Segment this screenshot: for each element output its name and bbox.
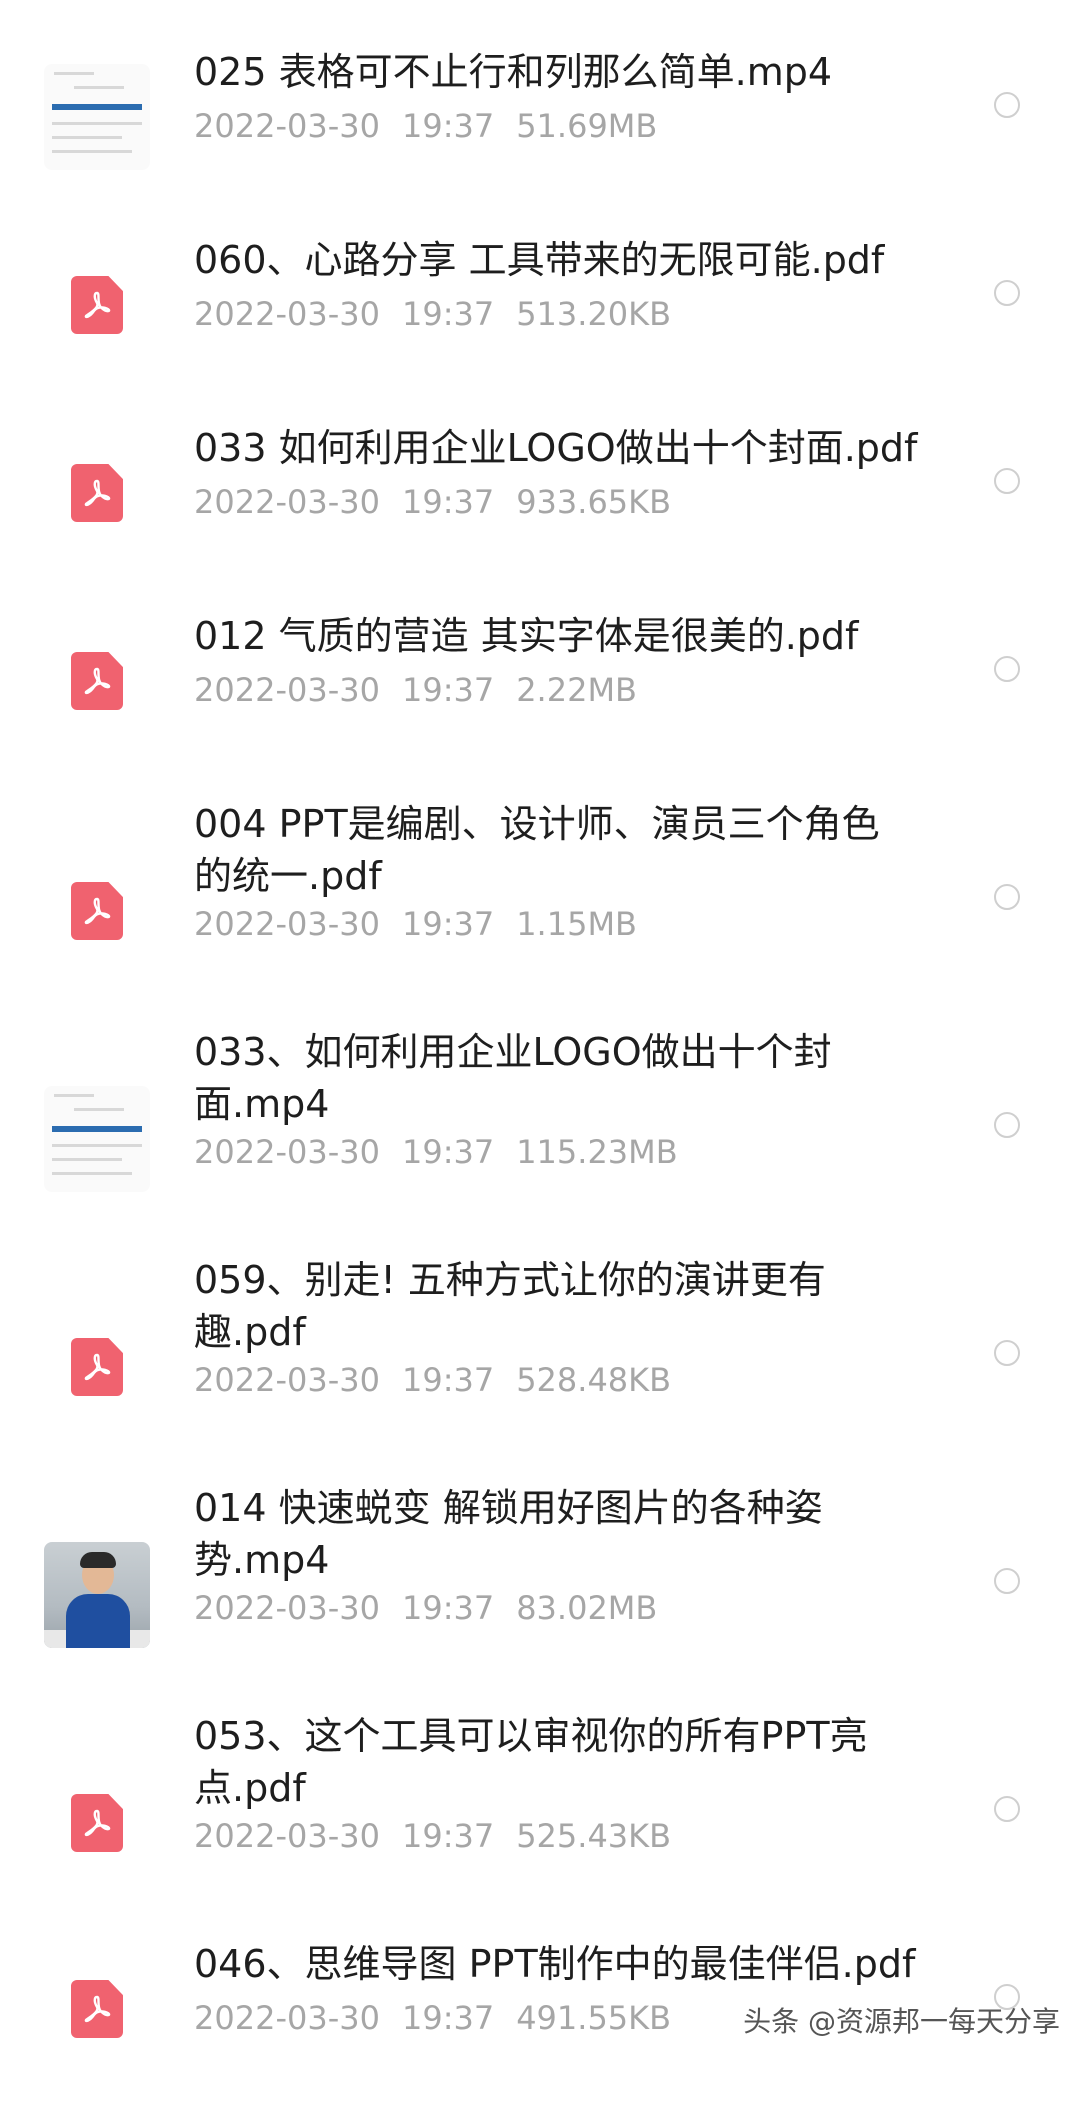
file-time: 19:37 <box>401 1817 495 1855</box>
file-meta: 2022-03-30 19:37 115.23MB <box>194 1132 678 1172</box>
select-radio[interactable] <box>994 1568 1020 1594</box>
file-date: 2022-03-30 <box>194 295 380 333</box>
video-thumbnail <box>44 1086 150 1192</box>
file-name: 059、别走! 五种方式让你的演讲更有 趣.pdf <box>194 1258 826 1354</box>
file-row[interactable]: 033 如何利用企业LOGO做出十个封面.pdf 2022-03-30 19:37 9… <box>0 398 1080 586</box>
file-size: 933.65KB <box>516 483 672 521</box>
file-size: 2.22MB <box>516 671 637 709</box>
file-name: 033 如何利用企业LOGO做出十个封面.pdf <box>194 426 918 470</box>
video-thumbnail <box>44 64 150 170</box>
file-size: 51.69MB <box>516 107 658 145</box>
file-size: 528.48KB <box>516 1361 672 1399</box>
file-time: 19:37 <box>401 905 495 943</box>
file-date: 2022-03-30 <box>194 671 380 709</box>
file-meta: 2022-03-30 19:37 51.69MB <box>194 106 657 146</box>
file-size: 491.55KB <box>516 1999 672 2037</box>
file-date: 2022-03-30 <box>194 1817 380 1855</box>
pdf-file-icon <box>44 1770 150 1876</box>
file-size: 513.20KB <box>516 295 672 333</box>
pdf-file-icon <box>44 252 150 358</box>
file-row[interactable]: 012 气质的营造 其实字体是很美的.pdf 2022-03-30 19:37 2.2… <box>0 586 1080 774</box>
select-radio[interactable] <box>994 1796 1020 1822</box>
file-meta: 2022-03-30 19:37 513.20KB <box>194 294 671 334</box>
file-size: 1.15MB <box>516 905 637 943</box>
file-meta: 2022-03-30 19:37 491.55KB <box>194 1998 671 2038</box>
file-meta: 2022-03-30 19:37 525.43KB <box>194 1816 671 1856</box>
file-name: 033、如何利用企业LOGO做出十个封 面.mp4 <box>194 1030 832 1126</box>
file-name: 060、心路分享 工具带来的无限可能.pdf <box>194 238 885 282</box>
file-time: 19:37 <box>401 1589 495 1627</box>
select-radio[interactable] <box>994 884 1020 910</box>
select-radio[interactable] <box>994 92 1020 118</box>
file-meta: 2022-03-30 19:37 83.02MB <box>194 1588 657 1628</box>
file-date: 2022-03-30 <box>194 107 380 145</box>
video-thumbnail <box>44 1542 150 1648</box>
file-meta: 2022-03-30 19:37 933.65KB <box>194 482 671 522</box>
pdf-file-icon <box>44 1314 150 1420</box>
file-name: 046、思维导图 PPT制作中的最佳伴侣.pdf <box>194 1942 916 1986</box>
select-radio[interactable] <box>994 1112 1020 1138</box>
file-time: 19:37 <box>401 295 495 333</box>
file-name: 012 气质的营造 其实字体是很美的.pdf <box>194 614 859 658</box>
file-date: 2022-03-30 <box>194 905 380 943</box>
file-size: 115.23MB <box>516 1133 678 1171</box>
file-row[interactable]: 059、别走! 五种方式让你的演讲更有 趣.pdf 2022-03-30 19:37… <box>0 1230 1080 1458</box>
file-meta: 2022-03-30 19:37 1.15MB <box>194 904 637 944</box>
file-date: 2022-03-30 <box>194 1999 380 2037</box>
file-meta: 2022-03-30 19:37 2.22MB <box>194 670 637 710</box>
file-row[interactable]: 025 表格可不止行和列那么简单.mp4 2022-03-30 19:37 51.69… <box>0 22 1080 210</box>
select-radio[interactable] <box>994 280 1020 306</box>
file-size: 525.43KB <box>516 1817 672 1855</box>
watermark: 头条 @资源邦一每天分享 <box>743 2005 1060 2038</box>
select-radio[interactable] <box>994 656 1020 682</box>
pdf-file-icon <box>44 1956 150 2062</box>
file-time: 19:37 <box>401 1133 495 1171</box>
file-row[interactable]: 060、心路分享 工具带来的无限可能.pdf 2022-03-30 19:37 513… <box>0 210 1080 398</box>
file-time: 19:37 <box>401 483 495 521</box>
file-date: 2022-03-30 <box>194 1589 380 1627</box>
file-date: 2022-03-30 <box>194 1361 380 1399</box>
file-row[interactable]: 004 PPT是编剧、设计师、演员三个角色 的统一.pdf 2022-03-30 1… <box>0 774 1080 1002</box>
file-time: 19:37 <box>401 1999 495 2037</box>
file-time: 19:37 <box>401 671 495 709</box>
file-name: 004 PPT是编剧、设计师、演员三个角色 的统一.pdf <box>194 802 880 898</box>
file-size: 83.02MB <box>516 1589 658 1627</box>
file-meta: 2022-03-30 19:37 528.48KB <box>194 1360 671 1400</box>
pdf-file-icon <box>44 628 150 734</box>
pdf-file-icon <box>44 440 150 546</box>
file-row[interactable]: 033、如何利用企业LOGO做出十个封 面.mp4 2022-03-30 19:37… <box>0 1002 1080 1230</box>
file-name: 053、这个工具可以审视你的所有PPT亮 点.pdf <box>194 1714 868 1810</box>
pdf-file-icon <box>44 858 150 964</box>
select-radio[interactable] <box>994 468 1020 494</box>
file-time: 19:37 <box>401 107 495 145</box>
file-date: 2022-03-30 <box>194 1133 380 1171</box>
file-date: 2022-03-30 <box>194 483 380 521</box>
file-row[interactable]: 053、这个工具可以审视你的所有PPT亮 点.pdf 2022-03-30 19:3… <box>0 1686 1080 1914</box>
file-time: 19:37 <box>401 1361 495 1399</box>
file-name: 025 表格可不止行和列那么简单.mp4 <box>194 50 833 94</box>
select-radio[interactable] <box>994 1340 1020 1366</box>
file-name: 014 快速蜕变 解锁用好图片的各种姿 势.mp4 <box>194 1486 823 1582</box>
file-row[interactable]: 014 快速蜕变 解锁用好图片的各种姿 势.mp4 2022-03-30 19:37… <box>0 1458 1080 1686</box>
